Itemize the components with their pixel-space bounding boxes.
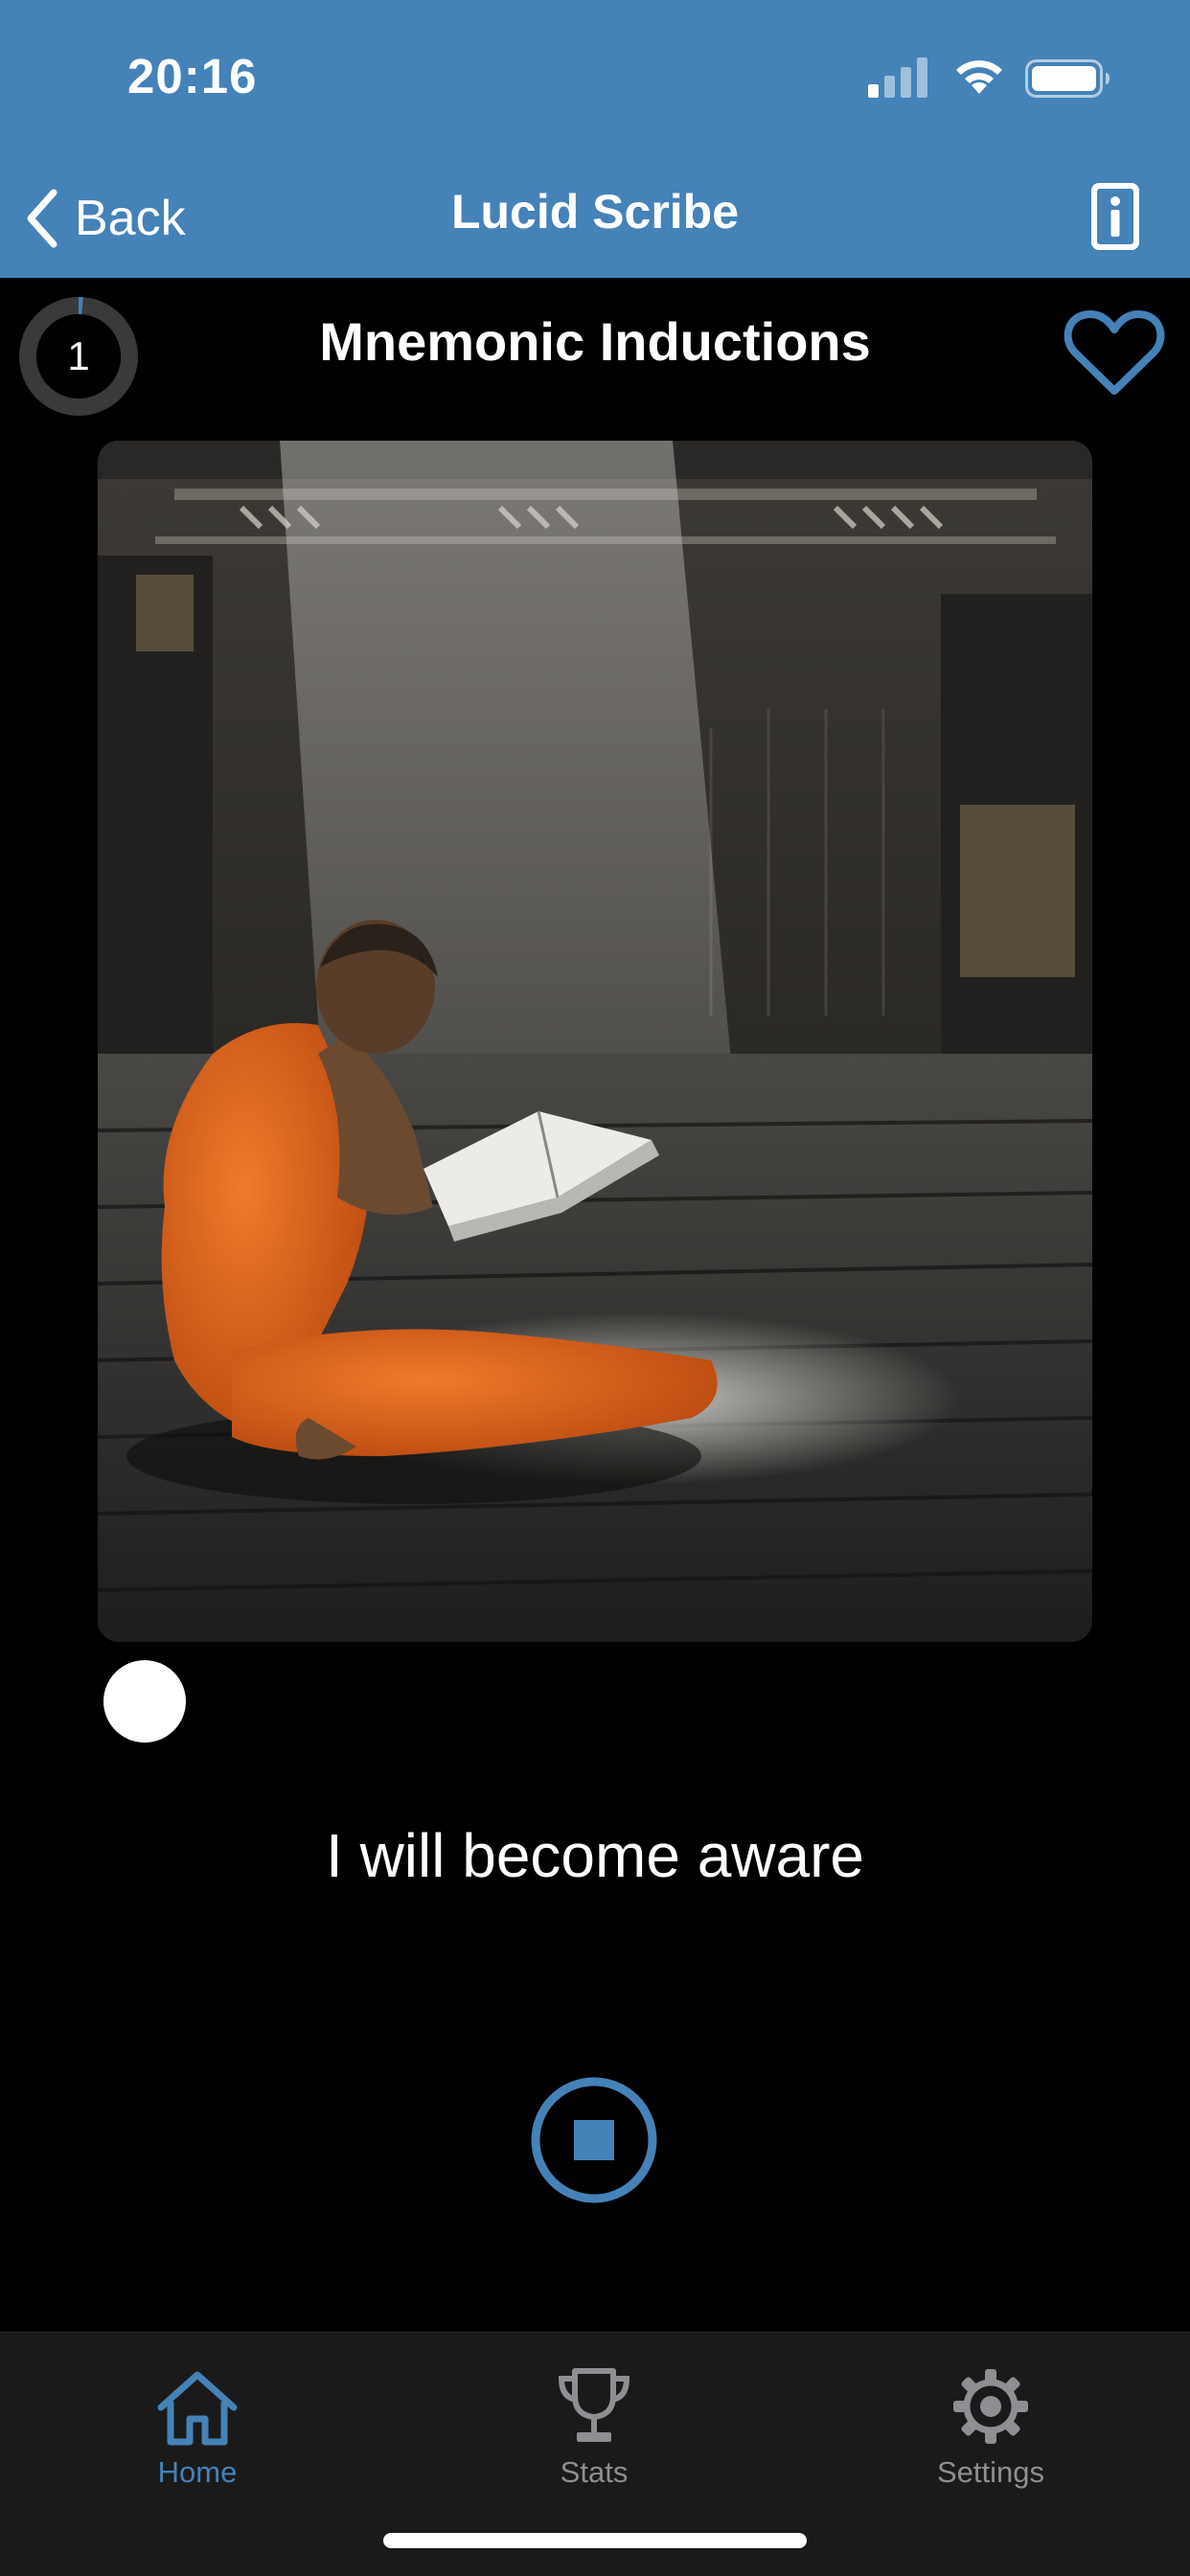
status-time: 20:16 (127, 49, 258, 103)
home-icon (157, 2371, 238, 2446)
stop-icon[interactable] (529, 2075, 659, 2205)
app-title: Lucid Scribe (450, 185, 740, 239)
wifi-icon (956, 60, 1002, 94)
trophy-icon (558, 2368, 630, 2442)
affirmation-text: I will become aware (326, 1821, 864, 1890)
session-artwork (98, 441, 1092, 1642)
home-indicator (383, 2533, 807, 2548)
heart-outline-icon[interactable] (1064, 307, 1165, 399)
tab-home[interactable]: Home (54, 2354, 341, 2507)
tab-settings-label: Settings (936, 2455, 1044, 2489)
navigation-bar: Back Lucid Scribe (0, 157, 1190, 278)
progress-track[interactable] (144, 1701, 1092, 1707)
playback-progress (98, 1644, 1092, 1759)
monk-reading-image (98, 441, 1092, 1642)
status-bar: 20:16 (0, 0, 1190, 157)
cellular-signal-icon (868, 57, 927, 98)
battery-icon (1025, 59, 1110, 98)
gear-icon (953, 2369, 1028, 2444)
tab-stats-label: Stats (560, 2455, 629, 2489)
session-title: Mnemonic Inductions (319, 311, 871, 372)
tab-home-label: Home (157, 2455, 238, 2489)
info-icon[interactable] (1088, 180, 1142, 253)
session-header: 1 Mnemonic Inductions (0, 278, 1190, 431)
tab-stats[interactable]: Stats (450, 2354, 738, 2507)
progress-thumb[interactable] (103, 1660, 186, 1743)
tab-settings[interactable]: Settings (847, 2354, 1134, 2507)
